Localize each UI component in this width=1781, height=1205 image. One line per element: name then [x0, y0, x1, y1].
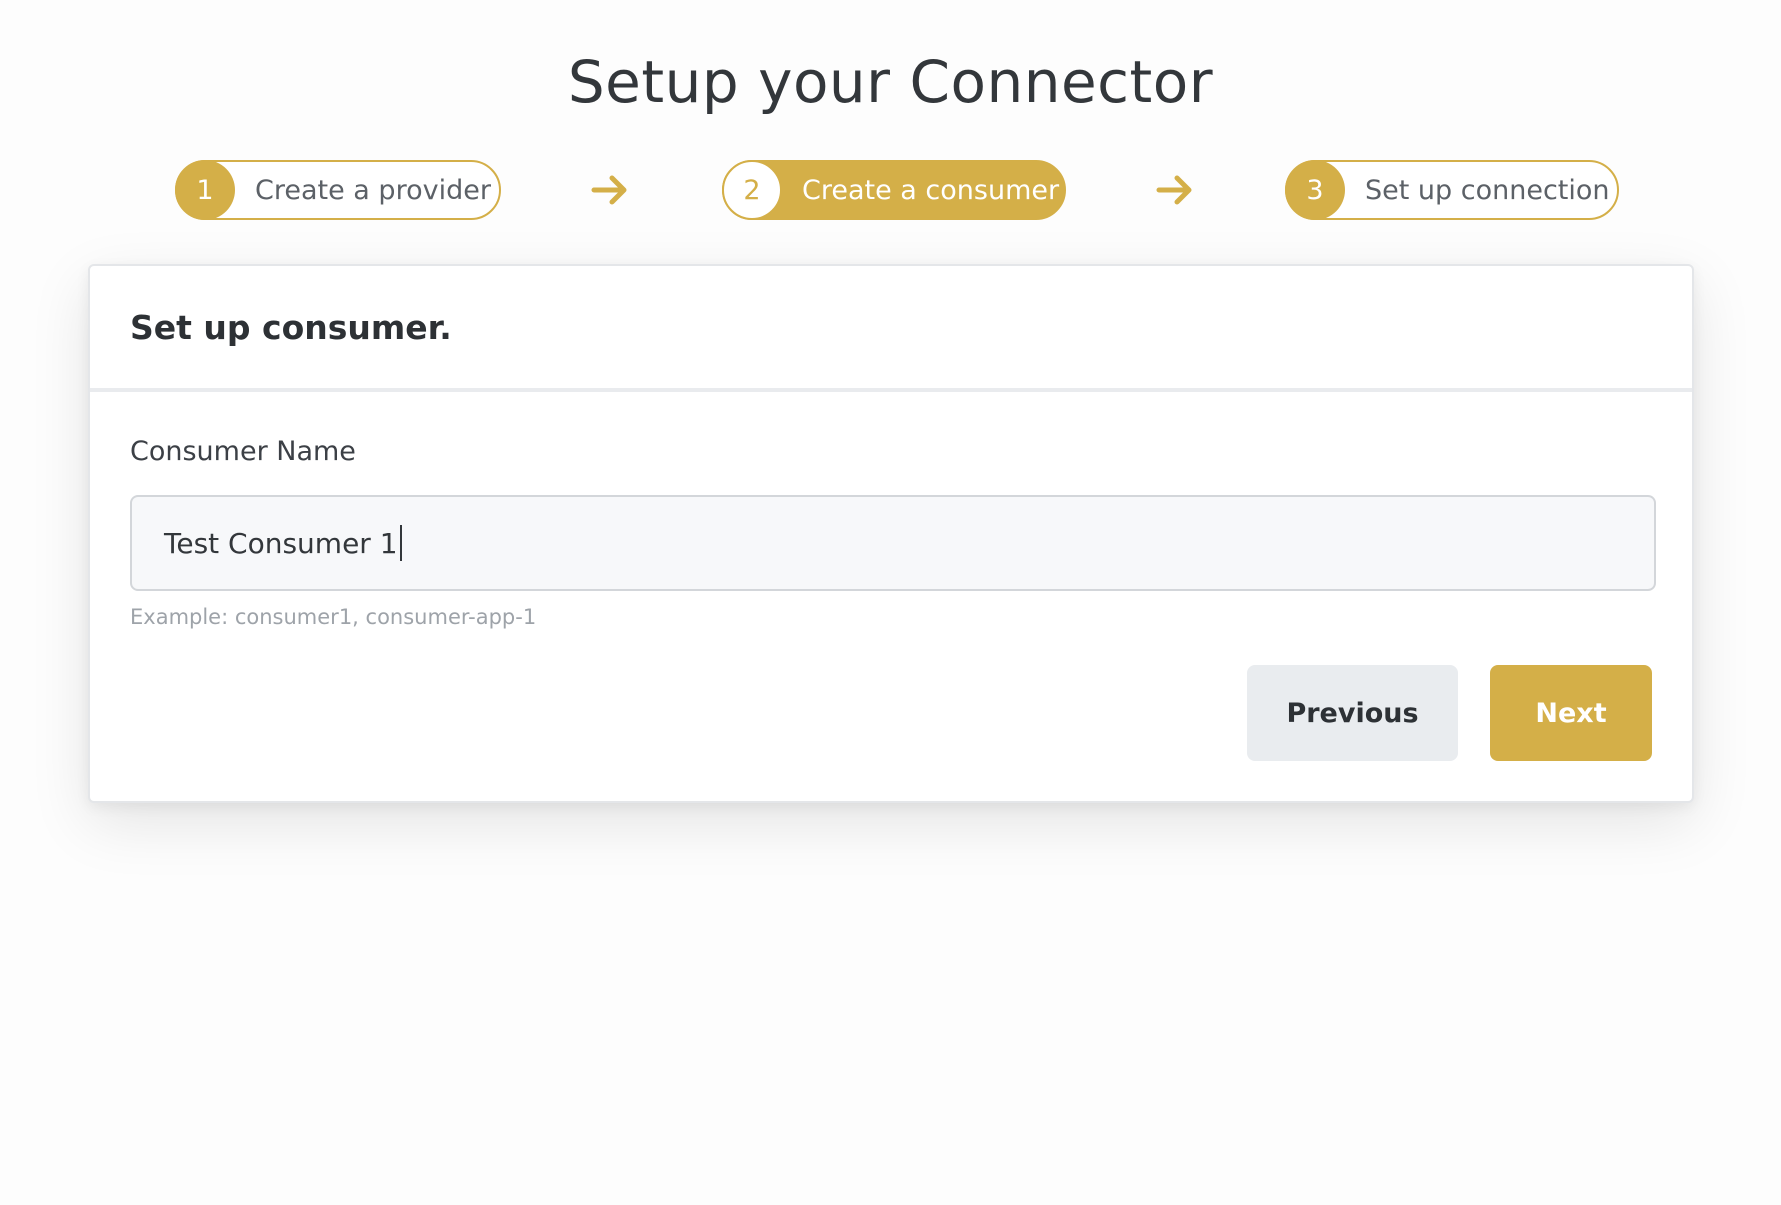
step-label: Set up connection	[1365, 174, 1610, 206]
step-number-badge: 1	[175, 160, 235, 220]
arrow-right-icon	[1156, 175, 1192, 205]
step-number-badge: 3	[1285, 160, 1345, 220]
step-create-provider[interactable]: 1 Create a provider	[175, 160, 501, 220]
step-label: Create a consumer	[802, 174, 1060, 206]
step-number-badge: 2	[722, 160, 782, 220]
step-create-consumer[interactable]: 2 Create a consumer	[722, 160, 1066, 220]
step-label: Create a provider	[255, 174, 491, 206]
next-button[interactable]: Next	[1490, 665, 1652, 761]
stepper: 1 Create a provider 2 Create a consumer …	[0, 160, 1781, 224]
card-header: Set up consumer.	[90, 266, 1692, 392]
page-title: Setup your Connector	[567, 48, 1214, 116]
consumer-name-label: Consumer Name	[130, 436, 356, 467]
consumer-name-help-text: Example: consumer1, consumer-app-1	[130, 605, 537, 629]
consumer-name-value: Test Consumer 1	[164, 526, 398, 560]
arrow-right-icon	[591, 175, 627, 205]
previous-button[interactable]: Previous	[1247, 665, 1458, 761]
form-actions: Previous Next	[130, 665, 1652, 761]
text-caret	[399, 525, 402, 561]
consumer-name-input[interactable]: Test Consumer 1	[130, 495, 1656, 591]
card-title: Set up consumer.	[130, 307, 452, 347]
step-set-up-connection[interactable]: 3 Set up connection	[1285, 160, 1619, 220]
card-body: Consumer Name Test Consumer 1 Example: c…	[90, 392, 1692, 801]
consumer-setup-card: Set up consumer. Consumer Name Test Cons…	[88, 264, 1694, 803]
